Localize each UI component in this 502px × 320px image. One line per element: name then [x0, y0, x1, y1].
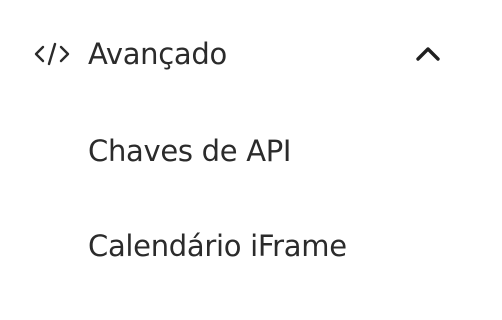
- menu-item-calendar-iframe[interactable]: Calendário iFrame: [88, 226, 347, 266]
- menu-item-api-keys[interactable]: Chaves de API: [88, 131, 291, 171]
- chevron-up-icon[interactable]: [413, 44, 443, 64]
- code-icon: [34, 40, 70, 68]
- section-advanced-toggle[interactable]: Avançado: [0, 0, 502, 110]
- section-advanced-label: Avançado: [88, 37, 227, 71]
